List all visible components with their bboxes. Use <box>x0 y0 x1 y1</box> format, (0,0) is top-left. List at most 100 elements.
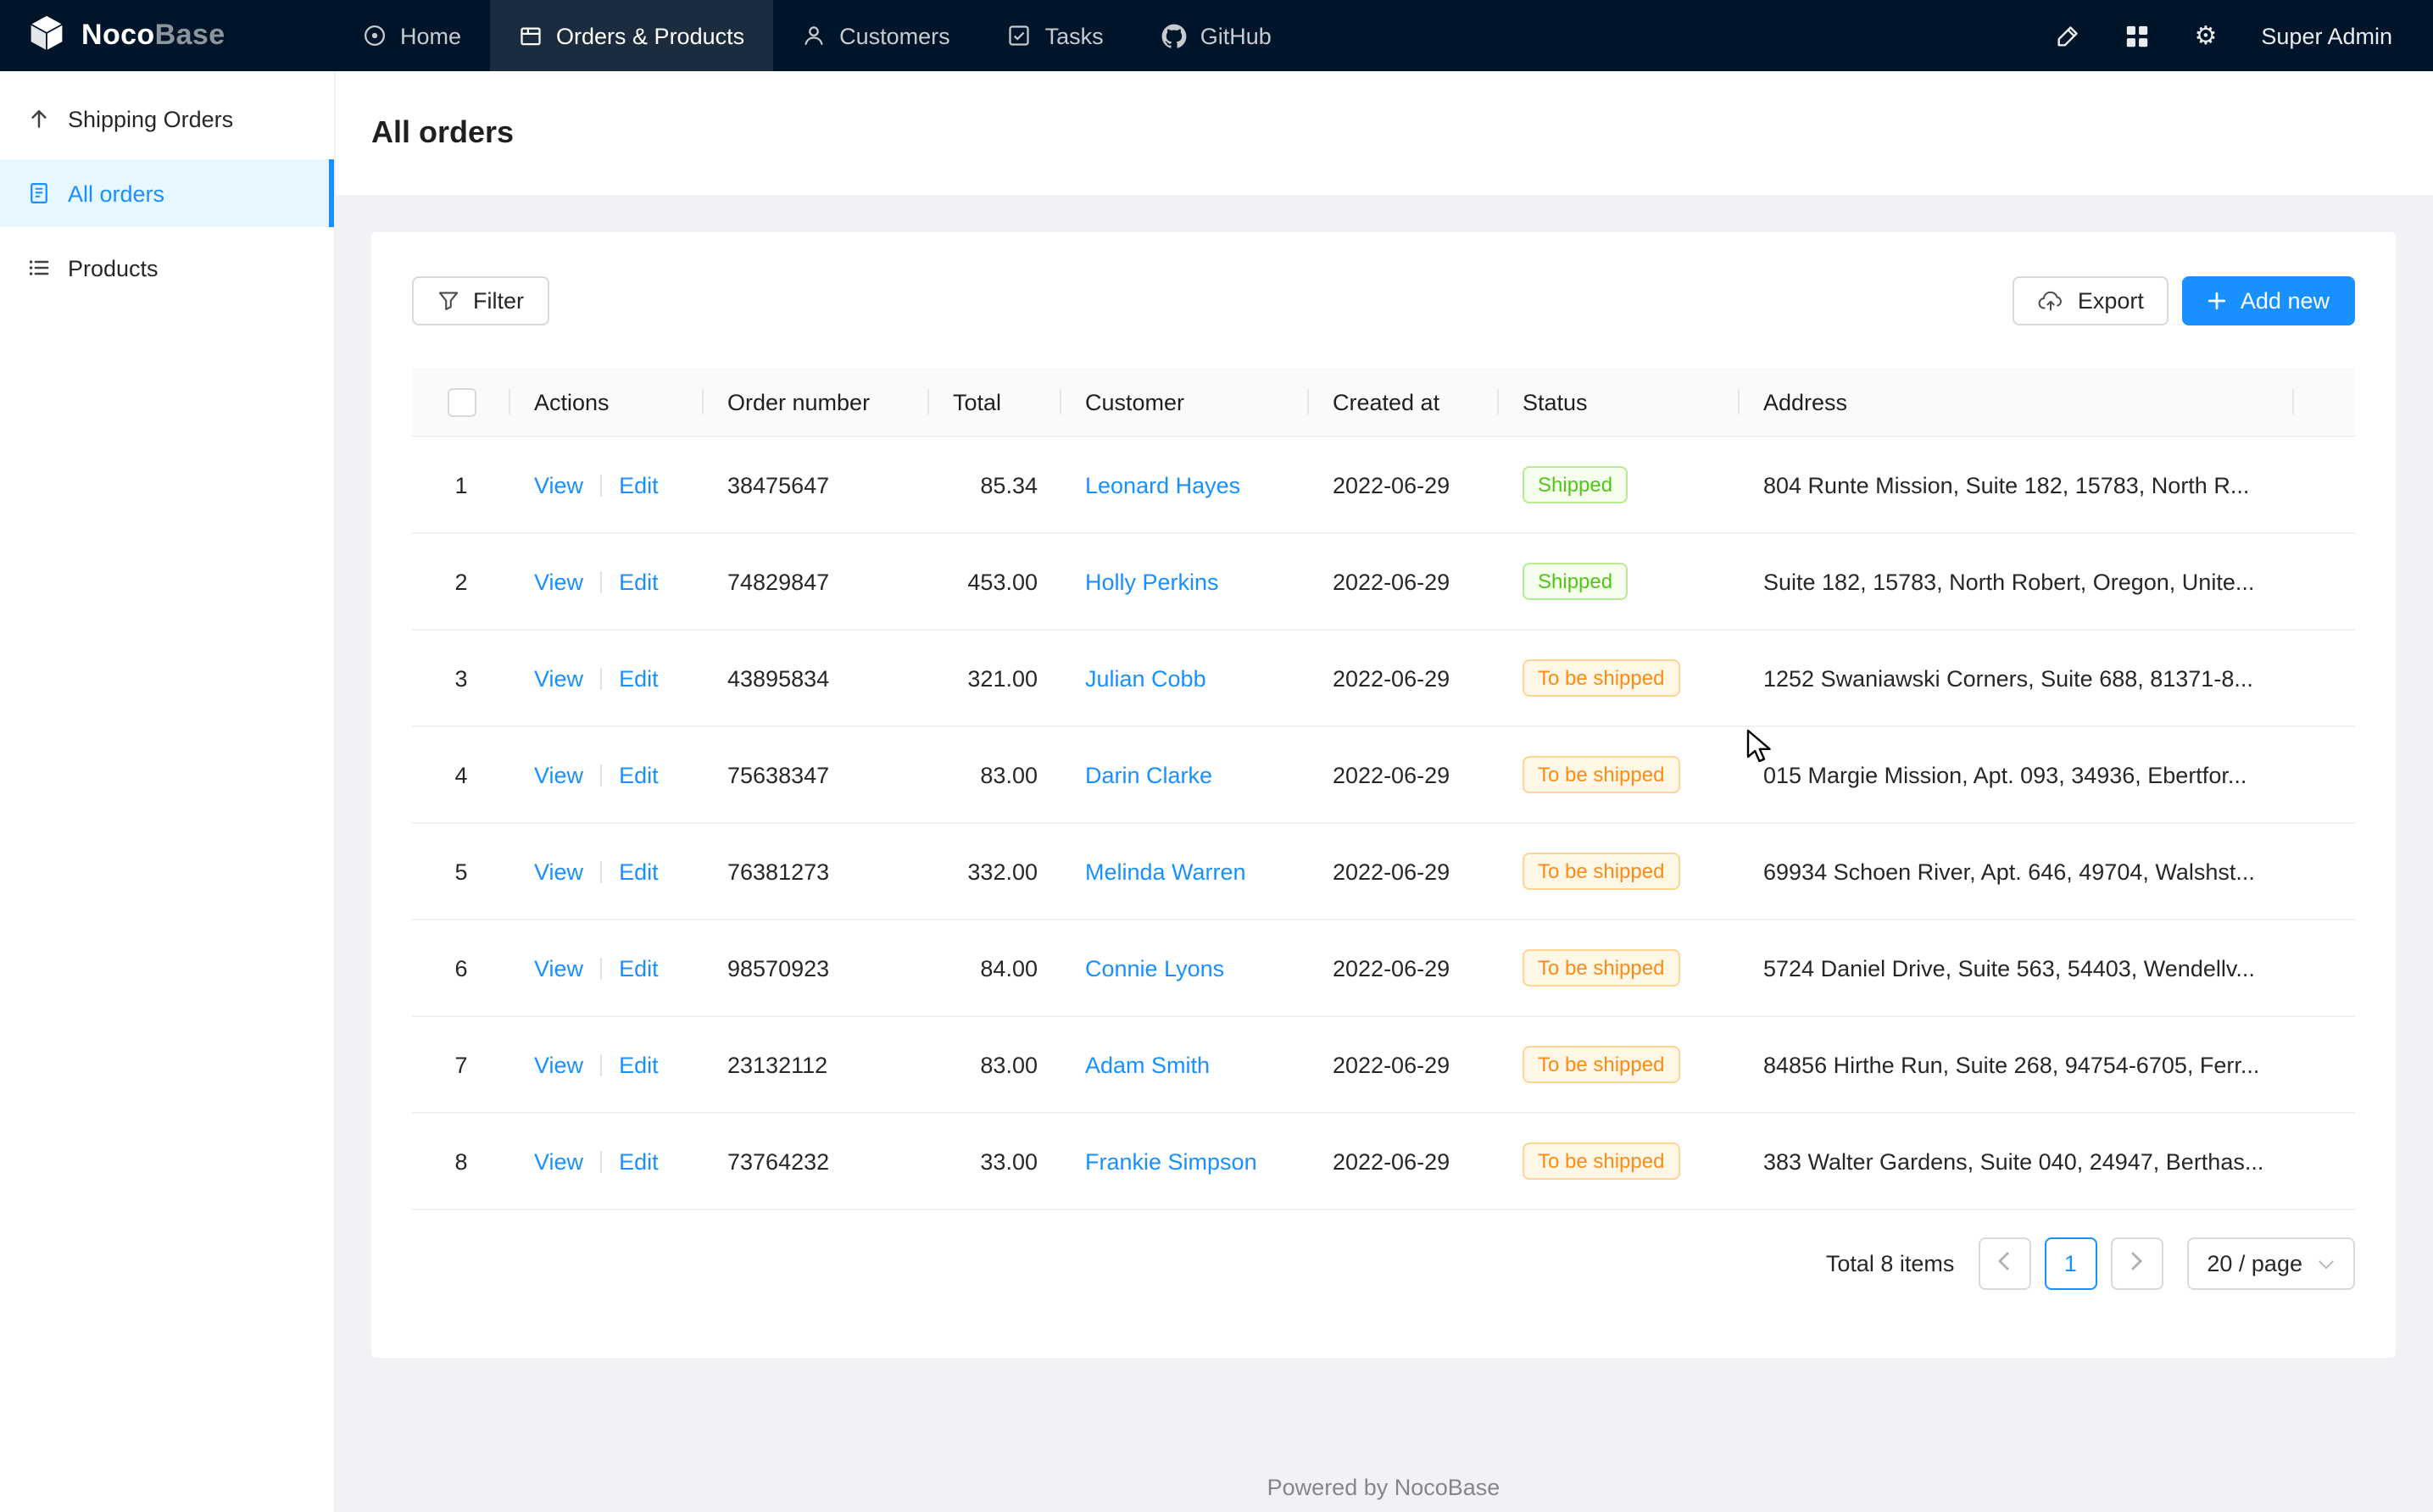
created-at-cell: 2022-06-29 <box>1309 823 1499 920</box>
total-cell: 83.00 <box>929 1016 1061 1113</box>
nav-item-home[interactable]: Home <box>334 0 490 71</box>
view-link[interactable]: View <box>534 1052 583 1077</box>
total-cell: 453.00 <box>929 533 1061 630</box>
customer-link[interactable]: Melinda Warren <box>1085 859 1246 884</box>
action-divider <box>600 1055 602 1077</box>
view-link[interactable]: View <box>534 1148 583 1174</box>
edit-link[interactable]: Edit <box>619 665 659 691</box>
sidebar-item-all-orders[interactable]: All orders <box>0 159 334 227</box>
nav-right: ⚙ Super Admin <box>2056 0 2433 71</box>
action-divider <box>600 572 602 594</box>
pen-icon[interactable] <box>2056 23 2081 48</box>
spacer-cell <box>2294 726 2355 823</box>
customer-link[interactable]: Frankie Simpson <box>1085 1148 1257 1174</box>
address-cell: 383 Walter Gardens, Suite 040, 24947, Be… <box>1740 1113 2294 1209</box>
address-cell: 84856 Hirthe Run, Suite 268, 94754-6705,… <box>1740 1016 2294 1113</box>
action-divider <box>600 475 602 498</box>
status-cell: To be shipped <box>1499 1016 1740 1113</box>
action-divider <box>600 959 602 981</box>
sidebar-item-products[interactable]: Products <box>0 234 334 302</box>
status-cell: To be shipped <box>1499 1113 1740 1209</box>
orders-table: Actions Order number Total Customer Crea… <box>412 368 2355 1210</box>
spacer-cell <box>2294 436 2355 533</box>
next-page-button[interactable] <box>2110 1237 2163 1290</box>
arrow-up-icon <box>27 107 51 131</box>
user-name[interactable]: Super Admin <box>2261 23 2392 48</box>
gear-icon[interactable]: ⚙ <box>2195 23 2218 48</box>
nav-item-label: Customers <box>839 23 950 48</box>
grid-icon[interactable] <box>2125 23 2151 48</box>
table-row: 8 ViewEdit 73764232 33.00 Frankie Simpso… <box>412 1113 2355 1209</box>
brand-name: NocoBase <box>81 19 225 53</box>
customer-cell: Darin Clarke <box>1061 726 1309 823</box>
actions-cell: View Edit <box>510 630 704 726</box>
col-header-total: Total <box>929 368 1061 436</box>
page-title: All orders <box>371 115 514 151</box>
prev-page-button[interactable] <box>1978 1237 2030 1290</box>
sidebar-item-shipping-orders[interactable]: Shipping Orders <box>0 85 334 153</box>
status-badge: Shipped <box>1523 466 1628 503</box>
edit-link[interactable]: Edit <box>619 472 659 498</box>
select-all-checkbox[interactable] <box>447 387 476 416</box>
customer-link[interactable]: Connie Lyons <box>1085 955 1224 981</box>
view-link[interactable]: View <box>534 665 583 691</box>
status-badge: To be shipped <box>1523 949 1679 987</box>
customer-cell: Julian Cobb <box>1061 630 1309 726</box>
order-number-cell: 75638347 <box>704 726 929 823</box>
status-cell: Shipped <box>1499 436 1740 533</box>
page-1-button[interactable]: 1 <box>2044 1237 2096 1290</box>
content: Filter Export Add <box>334 195 2433 1395</box>
created-at-cell: 2022-06-29 <box>1309 726 1499 823</box>
actions-cell: View Edit <box>510 1113 704 1209</box>
add-new-button[interactable]: Add new <box>2183 276 2355 325</box>
nav-item-github[interactable]: GitHub <box>1133 0 1300 71</box>
customer-link[interactable]: Leonard Hayes <box>1085 472 1240 498</box>
status-cell: To be shipped <box>1499 630 1740 726</box>
view-link[interactable]: View <box>534 762 583 787</box>
table-row: 1 ViewEdit 38475647 85.34 Leonard Hayes … <box>412 436 2355 533</box>
customer-link[interactable]: Darin Clarke <box>1085 762 1212 787</box>
view-link[interactable]: View <box>534 569 583 594</box>
nav-item-tasks[interactable]: Tasks <box>979 0 1133 71</box>
customer-link[interactable]: Adam Smith <box>1085 1052 1210 1077</box>
export-button[interactable]: Export <box>2013 276 2169 325</box>
edit-link[interactable]: Edit <box>619 955 659 981</box>
status-badge: To be shipped <box>1523 756 1679 793</box>
spacer-cell <box>2294 533 2355 630</box>
view-link[interactable]: View <box>534 859 583 884</box>
created-at-cell: 2022-06-29 <box>1309 630 1499 726</box>
edit-link[interactable]: Edit <box>619 1148 659 1174</box>
filter-button[interactable]: Filter <box>412 276 549 325</box>
view-link[interactable]: View <box>534 472 583 498</box>
export-label: Export <box>2078 288 2144 314</box>
spacer-cell <box>2294 1016 2355 1113</box>
address-cell: Suite 182, 15783, North Robert, Oregon, … <box>1740 533 2294 630</box>
edit-link[interactable]: Edit <box>619 859 659 884</box>
customer-link[interactable]: Julian Cobb <box>1085 665 1206 691</box>
spacer-cell <box>2294 823 2355 920</box>
row-index-cell: 5 <box>412 823 510 920</box>
brand[interactable]: NocoBase <box>0 0 334 71</box>
customer-cell: Melinda Warren <box>1061 823 1309 920</box>
order-number-cell: 74829847 <box>704 533 929 630</box>
view-link[interactable]: View <box>534 955 583 981</box>
edit-link[interactable]: Edit <box>619 1052 659 1077</box>
action-divider <box>600 862 602 884</box>
customer-link[interactable]: Holly Perkins <box>1085 569 1219 594</box>
edit-link[interactable]: Edit <box>619 569 659 594</box>
sidebar-item-label: Products <box>68 255 159 281</box>
top-nav: NocoBase Home Orders & Products Customer… <box>0 0 2433 71</box>
filter-icon <box>437 290 459 312</box>
order-number-cell: 98570923 <box>704 920 929 1016</box>
customer-cell: Adam Smith <box>1061 1016 1309 1113</box>
total-cell: 332.00 <box>929 823 1061 920</box>
page-size-select[interactable]: 20 / page <box>2186 1237 2355 1290</box>
nav-item-label: Orders & Products <box>556 23 744 48</box>
nav-item-orders-products[interactable]: Orders & Products <box>490 0 773 71</box>
tasks-icon <box>1008 24 1032 47</box>
edit-link[interactable]: Edit <box>619 762 659 787</box>
address-cell: 69934 Schoen River, Apt. 646, 49704, Wal… <box>1740 823 2294 920</box>
nav-item-customers[interactable]: Customers <box>773 0 979 71</box>
status-badge: To be shipped <box>1523 659 1679 697</box>
status-cell: To be shipped <box>1499 823 1740 920</box>
